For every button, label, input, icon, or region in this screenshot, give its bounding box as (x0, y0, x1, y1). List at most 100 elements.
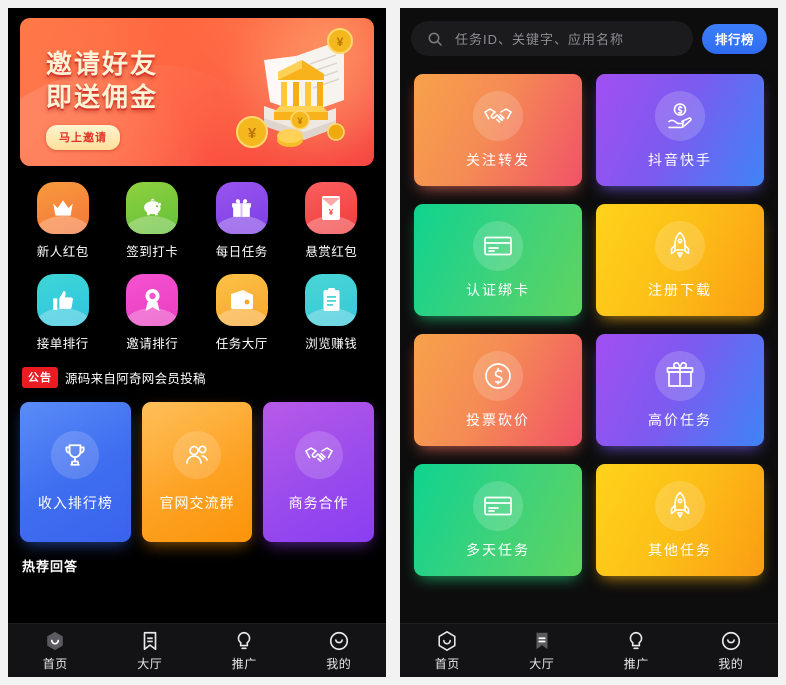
quick-entry-label: 每日任务 (215, 245, 268, 259)
quick-entry-label: 新人红包 (36, 245, 89, 259)
task-card-other[interactable]: 其他任务 (596, 464, 764, 576)
ranking-button[interactable]: 排行榜 (701, 23, 767, 54)
task-card-verify-bind-card[interactable]: 认证绑卡 (414, 204, 582, 316)
right-screen-content: 任务ID、关键字、应用名称 排行榜 关注转发 抖音快手 认证绑卡 注册下载 投票… (400, 8, 778, 623)
task-label: 认证绑卡 (466, 281, 530, 298)
promo-card-business-cooperation[interactable]: 商务合作 (263, 402, 375, 542)
tab-label: 我的 (718, 656, 744, 671)
tab-label: 推广 (623, 656, 649, 671)
dollar-circle-icon (473, 350, 523, 401)
rocket-icon (655, 220, 705, 271)
task-card-multiday[interactable]: 多天任务 (414, 464, 582, 576)
invite-banner[interactable]: ¥ ¥ ¥ 邀请好友 即送佣金 马上邀请 (20, 18, 374, 166)
clipboard-icon (305, 274, 358, 326)
quick-entry-bounty-redpacket[interactable]: ¥ 悬赏红包 (287, 182, 377, 260)
tab-hall[interactable]: 大厅 (495, 630, 590, 672)
quick-entry-daily-task[interactable]: 每日任务 (197, 182, 287, 260)
promo-label: 收入排行榜 (37, 495, 113, 511)
task-label: 投票砍价 (466, 411, 530, 428)
promo-label: 官网交流群 (159, 495, 235, 511)
banner-line-1: 邀请好友 (46, 49, 159, 79)
task-card-high-price[interactable]: 高价任务 (596, 334, 764, 446)
quick-entry-invite-ranking[interactable]: 邀请排行 (108, 274, 198, 352)
tab-label: 大厅 (529, 656, 555, 671)
credit-card-icon (473, 220, 523, 271)
notice-bar[interactable]: 公告 源码来自阿奇网会员投稿 (8, 356, 386, 398)
tab-mine[interactable]: 我的 (684, 630, 779, 672)
bookmark-icon (536, 632, 548, 649)
notice-text: 源码来自阿奇网会员投稿 (65, 372, 206, 386)
smiley-circle-icon (329, 631, 348, 650)
right-bottom-navigation: 首页 大厅 推广 我的 (400, 623, 778, 677)
quick-entry-new-user-redpacket[interactable]: 新人红包 (18, 182, 108, 260)
tab-hall[interactable]: 大厅 (103, 630, 198, 672)
tab-home[interactable]: 首页 (8, 630, 103, 672)
task-category-grid: 关注转发 抖音快手 认证绑卡 注册下载 投票砍价 高价任务 多天任务 其他任务 (400, 66, 778, 590)
lightbulb-icon (237, 631, 251, 649)
task-card-vote-bargain[interactable]: 投票砍价 (414, 334, 582, 446)
search-input-container[interactable]: 任务ID、关键字、应用名称 (411, 21, 693, 56)
smiley-circle-icon (721, 631, 740, 650)
invite-now-button[interactable]: 马上邀请 (46, 124, 120, 150)
tab-label: 我的 (326, 656, 352, 671)
wallet-icon (215, 274, 268, 326)
credit-card-icon (473, 480, 523, 531)
bank-coins-illustration: ¥ ¥ ¥ (218, 28, 358, 160)
search-icon (428, 32, 442, 46)
left-phone-screen: ¥ ¥ ¥ 邀请好友 即送佣金 马上邀请 新人红包 签到打卡 每日任务 ¥ 悬赏… (8, 8, 386, 677)
quick-entry-checkin[interactable]: 签到打卡 (108, 182, 198, 260)
tab-label: 首页 (434, 656, 460, 671)
search-input[interactable]: 任务ID、关键字、应用名称 (455, 29, 624, 48)
task-card-douyin-kuaishou[interactable]: 抖音快手 (596, 74, 764, 186)
quick-entry-label: 任务大厅 (215, 337, 268, 351)
quick-entry-browse-earn[interactable]: 浏览赚钱 (287, 274, 377, 352)
home-hexagon-icon (438, 630, 456, 651)
task-card-follow-repost[interactable]: 关注转发 (414, 74, 582, 186)
left-screen-content: ¥ ¥ ¥ 邀请好友 即送佣金 马上邀请 新人红包 签到打卡 每日任务 ¥ 悬赏… (8, 8, 386, 623)
trophy-icon (51, 431, 100, 479)
hand-coin-icon (655, 90, 705, 141)
quick-entry-task-hall[interactable]: 任务大厅 (197, 274, 287, 352)
task-label: 抖音快手 (648, 151, 712, 168)
task-label: 注册下载 (648, 281, 712, 298)
tab-promotion[interactable]: 推广 (197, 630, 292, 672)
task-label: 其他任务 (648, 541, 712, 558)
crown-icon (36, 182, 89, 234)
section-heading-partial: 热荐回答 (22, 559, 79, 574)
svg-text:¥: ¥ (248, 125, 257, 142)
left-bottom-navigation: 首页 大厅 推广 我的 (8, 623, 386, 677)
task-card-register-download[interactable]: 注册下载 (596, 204, 764, 316)
promo-card-official-group[interactable]: 官网交流群 (141, 402, 253, 542)
quick-entry-label: 接单排行 (36, 337, 89, 351)
svg-text:¥: ¥ (329, 208, 334, 217)
quick-entry-label: 邀请排行 (126, 337, 179, 351)
tab-mine[interactable]: 我的 (292, 630, 387, 672)
rocket-icon (655, 480, 705, 531)
tab-home[interactable]: 首页 (400, 630, 495, 672)
promo-card-income-ranking[interactable]: 收入排行榜 (20, 402, 131, 542)
gift-icon (655, 350, 705, 401)
quick-entry-order-ranking[interactable]: 接单排行 (18, 274, 108, 352)
promo-label: 商务合作 (288, 495, 349, 511)
quick-entry-label: 悬赏红包 (305, 245, 358, 259)
task-label: 多天任务 (466, 541, 530, 558)
banner-text-block: 邀请好友 即送佣金 马上邀请 (46, 48, 158, 150)
notice-badge: 公告 (22, 367, 58, 388)
lightbulb-icon (629, 631, 643, 649)
svg-text:¥: ¥ (337, 35, 344, 49)
piggy-bank-icon (126, 182, 179, 234)
bookmark-icon (143, 631, 157, 650)
quick-entry-grid: 新人红包 签到打卡 每日任务 ¥ 悬赏红包 接单排行 邀请排行 任务大厅 浏览赚… (8, 166, 386, 356)
handshake-icon (294, 431, 343, 479)
tab-label: 首页 (42, 656, 68, 671)
handshake-icon (473, 90, 523, 141)
task-label: 关注转发 (466, 151, 530, 168)
quick-entry-label: 浏览赚钱 (305, 337, 358, 351)
right-phone-screen: 任务ID、关键字、应用名称 排行榜 关注转发 抖音快手 认证绑卡 注册下载 投票… (400, 8, 778, 677)
screenshot-stage: ¥ ¥ ¥ 邀请好友 即送佣金 马上邀请 新人红包 签到打卡 每日任务 ¥ 悬赏… (0, 0, 786, 685)
tab-label: 推广 (231, 656, 257, 671)
group-icon (173, 431, 221, 479)
task-label: 高价任务 (648, 411, 712, 428)
gift-icon (215, 182, 268, 234)
tab-promotion[interactable]: 推广 (589, 630, 684, 672)
